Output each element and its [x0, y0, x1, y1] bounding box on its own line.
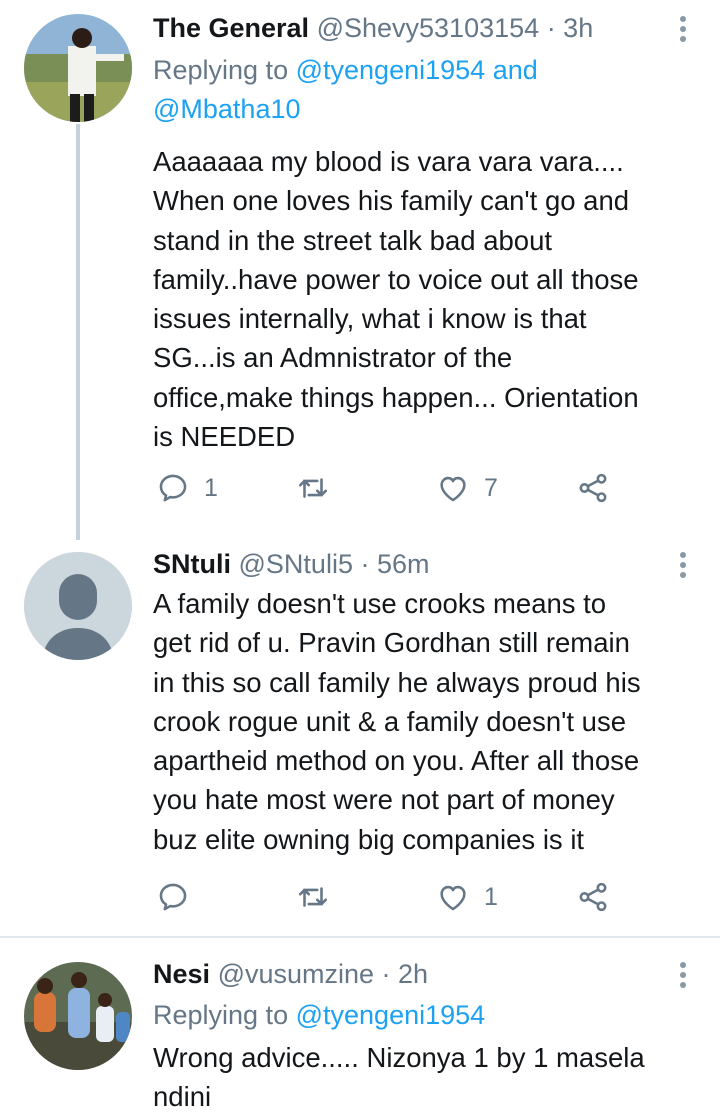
reply-button[interactable] — [156, 877, 204, 917]
tweet-the-general[interactable]: The General @Shevy53103154 · 3h Replying… — [0, 0, 720, 540]
tweet-text-line: you hate most were not part of money — [153, 784, 615, 816]
tweet-text-line: family..have power to voice out all thos… — [153, 263, 639, 295]
retweet-button[interactable] — [296, 877, 344, 917]
tweet-text-line: SG...is an Admnistrator of the — [153, 342, 513, 374]
retweet-button[interactable] — [296, 468, 344, 508]
reply-icon — [159, 474, 187, 502]
replying-to-label: Replying to — [153, 55, 289, 85]
avatar[interactable] — [24, 552, 132, 660]
more-options-icon[interactable] — [678, 16, 688, 44]
tweet-text-line: crook rogue unit & a family doesn't use — [153, 705, 627, 737]
replying-to-label: Replying to — [153, 1000, 289, 1030]
replying-to: Replying to @tyengeni1954 — [153, 996, 485, 1035]
tweet-text: Wrong advice..... Nizonya 1 by 1 masela … — [153, 1038, 698, 1117]
tweet-sntuli[interactable]: SNtuli @SNtuli5 · 56m A family doesn't u… — [0, 540, 720, 936]
avatar[interactable] — [24, 962, 132, 1070]
share-button[interactable] — [576, 468, 610, 508]
retweet-icon — [298, 887, 328, 907]
like-button[interactable]: 7 — [436, 468, 498, 508]
share-icon — [579, 882, 607, 912]
like-count: 1 — [484, 882, 498, 911]
like-icon — [440, 476, 466, 502]
tweet-text-line: office,make things happen... Orientation — [153, 381, 639, 413]
tweet-text-line: Aaaaaaa my blood is vara vara vara.... — [153, 146, 624, 177]
replying-to-cont: @Mbatha10 — [153, 90, 301, 129]
default-avatar-icon — [24, 552, 132, 660]
timestamp[interactable]: · 2h — [382, 959, 429, 989]
mention-link[interactable]: @tyengeni1954 — [296, 55, 486, 85]
tweet-text-line: buz elite owning big companies is it — [153, 823, 585, 855]
avatar-photo-icon — [24, 14, 132, 122]
tweet-text-line: A family doesn't use crooks means to — [153, 588, 607, 619]
reply-count: 1 — [204, 473, 218, 502]
reply-button[interactable]: 1 — [156, 468, 218, 508]
more-options-icon[interactable] — [678, 552, 688, 580]
reply-icon — [159, 883, 187, 911]
tweet-text-line: apartheid method on you. After all those — [153, 745, 640, 777]
tweet-text: A family doesn't use crooks means to get… — [153, 584, 698, 859]
user-handle[interactable]: @vusumzine — [218, 959, 374, 989]
retweet-icon — [298, 478, 328, 498]
timestamp[interactable]: · 3h — [547, 13, 594, 43]
user-handle[interactable]: @SNtuli5 — [239, 549, 353, 579]
avatar-photo-icon — [24, 962, 132, 1070]
tweet-text-line: issues internally, what i know is that — [153, 303, 587, 335]
share-icon — [579, 473, 607, 503]
display-name[interactable]: Nesi — [153, 959, 210, 989]
and-link[interactable]: and — [493, 55, 538, 85]
mention-link[interactable]: @tyengeni1954 — [296, 1000, 486, 1030]
tweet-text-line: ndini — [153, 1081, 212, 1113]
display-name[interactable]: SNtuli — [153, 549, 231, 579]
tweet-text: Aaaaaaa my blood is vara vara vara.... W… — [153, 142, 698, 456]
display-name[interactable]: The General — [153, 13, 309, 43]
avatar[interactable] — [24, 14, 132, 122]
tweet-text-line: Wrong advice..... Nizonya 1 by 1 masela — [153, 1042, 645, 1073]
like-count: 7 — [484, 473, 498, 502]
tweet-header: Nesi @vusumzine · 2h — [153, 954, 660, 994]
tweet-actions: 1 7 — [150, 468, 650, 508]
tweet-text-line: in this so call family he always proud h… — [153, 666, 641, 698]
tweet-actions: 1 — [150, 877, 650, 917]
tweet-header: The General @Shevy53103154 · 3h — [153, 8, 660, 48]
thread-line — [76, 124, 80, 540]
tweet-text-line: is NEEDED — [153, 421, 296, 453]
tweet-text-line: get rid of u. Pravin Gordhan still remai… — [153, 627, 630, 659]
replying-to: Replying to @tyengeni1954 and — [153, 51, 538, 90]
tweet-nesi[interactable]: Nesi @vusumzine · 2h Replying to @tyenge… — [0, 938, 720, 1118]
user-handle[interactable]: @Shevy53103154 — [317, 13, 540, 43]
tweet-text-line: When one loves his family can't go and — [153, 185, 630, 217]
tweet-header: SNtuli @SNtuli5 · 56m — [153, 544, 660, 584]
more-options-icon[interactable] — [678, 962, 688, 990]
like-icon — [440, 885, 466, 911]
mention-link[interactable]: @Mbatha10 — [153, 94, 301, 124]
timestamp[interactable]: · 56m — [360, 549, 429, 579]
share-button[interactable] — [576, 877, 610, 917]
tweet-text-line: stand in the street talk bad about — [153, 224, 553, 256]
like-button[interactable]: 1 — [436, 877, 498, 917]
